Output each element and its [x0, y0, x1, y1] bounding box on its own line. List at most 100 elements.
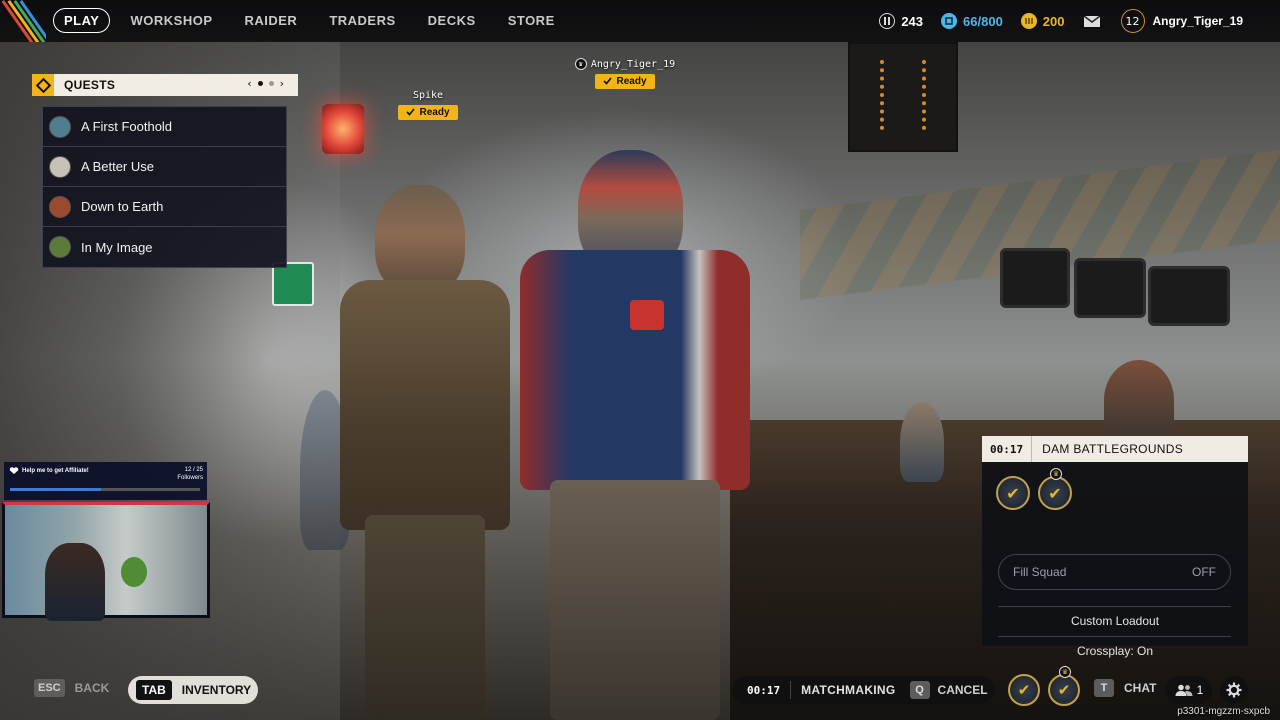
quests-header: QUESTS ‹ ›: [32, 74, 298, 96]
character-chest-logo: [630, 300, 664, 330]
tab-keycap: TAB: [136, 680, 172, 700]
mail-button[interactable]: [1083, 14, 1101, 28]
crown-icon: ♛: [1050, 468, 1062, 480]
quests-next-button[interactable]: ›: [280, 77, 284, 90]
crown-icon: ♛: [574, 58, 587, 70]
top-right-status: 243 66/800 200 12 Angry_Tiger_19: [879, 0, 1280, 42]
quest-item[interactable]: A First Foothold: [43, 107, 286, 147]
divider: [998, 606, 1231, 607]
match-header: 00:17 DAM BATTLEGROUNDS: [982, 436, 1248, 462]
webcam-plant: [121, 557, 147, 587]
squad-slot-1[interactable]: ✔: [996, 476, 1030, 510]
settings-button[interactable]: [1220, 676, 1248, 704]
character-body: [340, 280, 510, 530]
cred-counter[interactable]: 243: [879, 13, 923, 29]
inventory-button[interactable]: TAB INVENTORY: [128, 676, 258, 704]
quest-giver-portrait: [49, 155, 71, 178]
custom-loadout-button[interactable]: Custom Loadout: [982, 614, 1248, 628]
cancel-matchmaking-button[interactable]: Q CANCEL: [909, 681, 988, 699]
party-member-name: Angry_Tiger_19: [590, 58, 676, 70]
fill-squad-value: OFF: [1192, 565, 1216, 579]
friends-icon: [1175, 684, 1193, 696]
goal-text: Help me to get Affiliate!: [22, 468, 89, 474]
goal-progress-fill: [10, 488, 102, 491]
goal-progress-bar: [10, 488, 200, 491]
check-icon: ✔: [1006, 483, 1020, 503]
nav-play[interactable]: PLAY: [53, 8, 111, 33]
squad-slot-2[interactable]: ♛ ✔: [1038, 468, 1072, 510]
quest-list: A First Foothold A Better Use Down to Ea…: [42, 106, 287, 268]
ready-label: Ready: [616, 75, 647, 87]
crossplay-toggle[interactable]: Crossplay: On: [982, 644, 1248, 658]
nav-store[interactable]: STORE: [508, 13, 555, 28]
quest-item[interactable]: In My Image: [43, 227, 286, 267]
stash-value: 66/800: [963, 13, 1003, 29]
main-nav: PLAY WORKSHOP RAIDER TRADERS DECKS STORE: [53, 8, 587, 33]
quest-item[interactable]: A Better Use: [43, 147, 286, 187]
party-tag-angry-tiger: ♛ Angry_Tiger_19 Ready: [560, 58, 690, 89]
brand-stripes-logo: [0, 0, 46, 42]
fill-squad-label: Fill Squad: [1013, 565, 1067, 579]
nav-decks[interactable]: DECKS: [428, 13, 476, 28]
check-icon: ✔: [1017, 681, 1031, 699]
squad-slot-bottom-2[interactable]: ♛ ✔: [1048, 666, 1080, 706]
chat-button[interactable]: T CHAT: [1094, 679, 1156, 697]
back-label: BACK: [74, 681, 110, 695]
match-body: ✔ ♛ ✔ Fill Squad OFF Custom Loadout Cros…: [982, 462, 1248, 658]
crown-icon: ♛: [1059, 666, 1071, 678]
heart-icon: [9, 467, 19, 474]
scene-npc-bartender: [900, 402, 944, 482]
character-spike: [340, 185, 520, 720]
scene-led-arrow: [880, 60, 926, 130]
session-id: p3301-mgzzm-sxpcb: [1177, 706, 1270, 717]
cred-value: 243: [901, 13, 924, 29]
match-timer: 00:17: [982, 436, 1033, 462]
friends-count: 1: [1196, 683, 1204, 697]
goal-count: 12 / 25: [184, 467, 203, 473]
match-map-name: DAM BATTLEGROUNDS: [1042, 442, 1184, 456]
match-panel: 00:17 DAM BATTLEGROUNDS ✔ ♛ ✔ Fill Squad…: [982, 436, 1248, 658]
check-icon: ✔: [1048, 483, 1062, 503]
quest-label: A Better Use: [81, 159, 154, 174]
pager-dot: [268, 81, 274, 86]
party-member-name: Spike: [412, 90, 444, 101]
gear-icon: [1226, 682, 1242, 698]
matchmaking-timer: 00:17: [747, 683, 781, 697]
cancel-label: CANCEL: [937, 683, 988, 697]
quest-item[interactable]: Down to Earth: [43, 187, 286, 227]
character-legs: [550, 480, 720, 720]
cred-icon: [879, 13, 896, 29]
ready-label: Ready: [419, 106, 450, 118]
quests-panel: QUESTS ‹ › A First Foothold A Better Use…: [32, 74, 298, 276]
goal-count-block: 12 / 25 Followers: [177, 466, 203, 482]
check-icon: ✔: [1057, 681, 1071, 699]
player-level-badge: 12: [1120, 9, 1145, 33]
stash-icon: [941, 13, 958, 29]
stash-counter[interactable]: 66/800: [941, 13, 1003, 29]
character-body: [520, 250, 750, 490]
q-keycap: Q: [909, 681, 930, 699]
back-button[interactable]: ESC BACK: [34, 679, 109, 697]
scene-tv-monitor: [1000, 248, 1070, 308]
nav-workshop[interactable]: WORKSHOP: [130, 13, 212, 28]
quests-prev-button[interactable]: ‹: [247, 77, 251, 90]
quest-giver-portrait: [49, 236, 71, 258]
friends-button[interactable]: 1: [1166, 676, 1212, 704]
stream-follower-goal: Help me to get Affiliate! 12 / 25 Follow…: [4, 462, 207, 500]
check-icon: [603, 77, 613, 85]
check-icon: [406, 108, 416, 116]
squad-slot-bottom-1[interactable]: ✔: [1008, 674, 1040, 706]
quests-title: QUESTS: [64, 78, 116, 92]
matchmaking-label: MATCHMAKING: [801, 683, 896, 697]
fill-squad-toggle[interactable]: Fill Squad OFF: [998, 554, 1231, 590]
quest-label: In My Image: [81, 239, 153, 255]
nav-raider[interactable]: RAIDER: [244, 13, 297, 28]
character-legs: [365, 515, 485, 720]
coin-counter[interactable]: 200: [1020, 13, 1065, 29]
quest-giver-portrait: [49, 115, 71, 138]
quest-giver-portrait: [49, 195, 71, 218]
nav-traders[interactable]: TRADERS: [329, 13, 395, 28]
esc-keycap: ESC: [34, 679, 65, 697]
matchmaking-bar: 00:17 MATCHMAKING Q CANCEL: [732, 676, 994, 704]
player-username[interactable]: Angry_Tiger_19: [1153, 14, 1244, 28]
